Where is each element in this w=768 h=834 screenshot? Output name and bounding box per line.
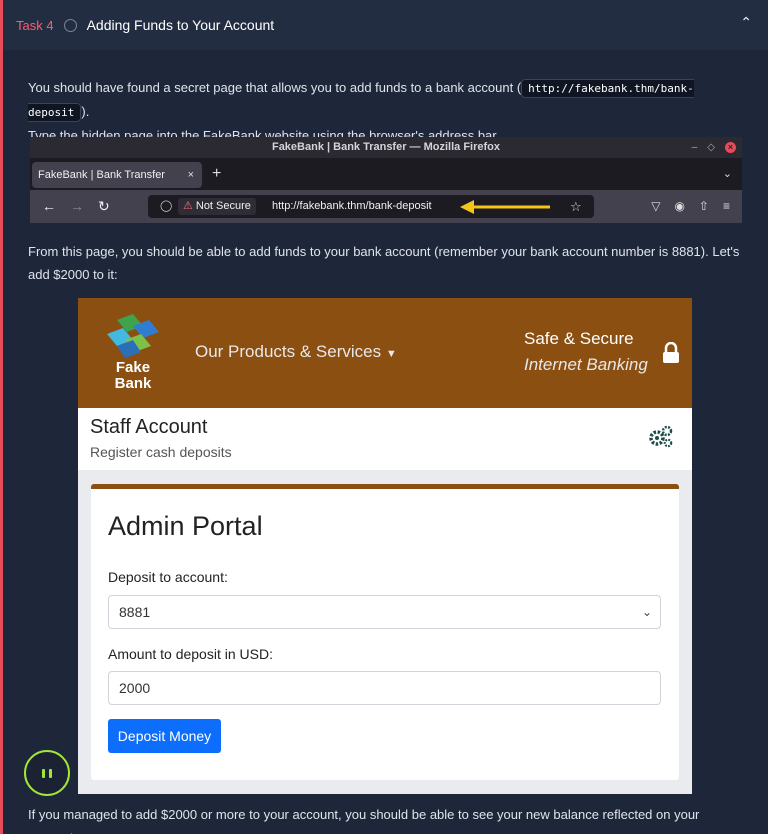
deposit-account-label: Deposit to account: — [108, 569, 228, 585]
insecure-lock-icon: ⚠ — [183, 200, 193, 212]
restore-icon: ◇ — [707, 142, 715, 153]
task-complete-circle-icon — [63, 18, 77, 32]
paragraph-3: If you managed to add $2000 or more to y… — [28, 803, 740, 834]
staff-account-subtitle: Register cash deposits — [90, 444, 232, 460]
caret-down-icon: ▼ — [385, 348, 397, 360]
tab-strip: FakeBank | Bank Transfer × — [30, 158, 742, 190]
pause-bar-right-icon — [49, 769, 52, 778]
window-controls: – ◇ × — [692, 137, 736, 158]
intro-text-b: ). — [81, 104, 90, 119]
pause-bar-left-icon — [42, 769, 45, 778]
new-tab-icon: + — [212, 165, 222, 182]
tab-list-chevron-icon: ⌄ — [722, 168, 732, 180]
paragraph-2-line2: add $2000 to it: — [28, 267, 118, 282]
address-url: http://fakebank.thm/bank-deposit — [272, 200, 432, 212]
pause-button[interactable] — [24, 750, 70, 796]
fakebank-header: Fake Bank Our Products & Services ▼ Safe… — [78, 298, 692, 408]
intro-text-a: You should have found a secret page that… — [28, 80, 522, 95]
navigation-bar: ← → ↻ ◯ ⚠ Not Secure http://fakebank.thm/… — [30, 190, 742, 223]
firefox-screenshot: FakeBank | Bank Transfer — Mozilla Firef… — [30, 137, 742, 223]
products-menu: Our Products & Services ▼ — [195, 342, 397, 362]
logo-line-1: Fake — [115, 359, 151, 376]
safe-secure-label: Safe & Secure — [524, 329, 634, 348]
reload-icon: ↻ — [98, 198, 110, 214]
select-chevron-icon: ⌄ — [641, 605, 652, 619]
deposit-money-button: Deposit Money — [108, 719, 221, 753]
account-icon: ◉ — [674, 199, 685, 213]
staff-account-title: Staff Account — [90, 416, 208, 438]
logo-line-2: Bank — [114, 375, 152, 392]
firefox-window-title: FakeBank | Bank Transfer — Mozilla Firef… — [30, 137, 742, 158]
minimize-icon: – — [691, 142, 698, 153]
padlock-icon — [663, 342, 679, 363]
close-tab-icon: × — [187, 169, 194, 181]
address-bar: ◯ ⚠ Not Secure http://fakebank.thm/bank-d… — [148, 195, 594, 218]
shield-icon: ◯ — [160, 200, 173, 212]
task-header[interactable]: Task 4 Adding Funds to Your Account ⌃ — [0, 0, 768, 50]
fakebank-logo-text: Fake Bank — [98, 360, 168, 392]
staff-account-bar: Staff Account Register cash deposits — [78, 408, 692, 470]
browser-tab-label: FakeBank | Bank Transfer — [38, 169, 165, 181]
pocket-icon: ▽ — [651, 199, 661, 213]
close-window-icon: × — [725, 142, 736, 153]
paragraph-2: From this page, you should be able to ad… — [28, 240, 740, 286]
paragraph-2-line1: From this page, you should be able to ad… — [28, 244, 740, 259]
task-number: Task 4 — [16, 17, 54, 33]
not-secure-badge: ⚠ Not Secure — [178, 198, 256, 215]
back-icon: ← — [42, 198, 56, 214]
deposit-account-value: 8881 — [119, 604, 151, 620]
yellow-arrow-icon — [460, 200, 550, 214]
chevron-up-icon[interactable]: ⌃ — [740, 14, 752, 31]
admin-portal-card: Admin Portal Deposit to account: 8881 ⌄ … — [91, 484, 679, 780]
forward-icon: → — [70, 198, 84, 214]
admin-portal-title: Admin Portal — [108, 511, 263, 541]
extensions-icon: ⇧ — [698, 199, 709, 213]
internet-banking-label: Internet Banking — [524, 355, 648, 374]
fakebank-screenshot: Fake Bank Our Products & Services ▼ Safe… — [78, 298, 692, 794]
deposit-account-select: 8881 ⌄ — [108, 595, 661, 629]
task-title: Adding Funds to Your Account — [86, 17, 275, 33]
menu-icon: ≡ — [722, 199, 730, 213]
bookmark-star-icon: ☆ — [570, 199, 582, 214]
paragraph-3-line1: If you managed to add $2000 or more to y… — [28, 807, 700, 834]
not-secure-label: Not Secure — [195, 200, 251, 212]
toolbar-icons: ▽ ◉ ⇧ ≡ — [651, 190, 730, 223]
products-label: Our Products & Services — [195, 342, 382, 361]
browser-tab: FakeBank | Bank Transfer × — [32, 162, 202, 188]
gears-icon — [649, 425, 673, 448]
amount-input: 2000 — [108, 671, 661, 705]
amount-label: Amount to deposit in USD: — [108, 646, 273, 662]
